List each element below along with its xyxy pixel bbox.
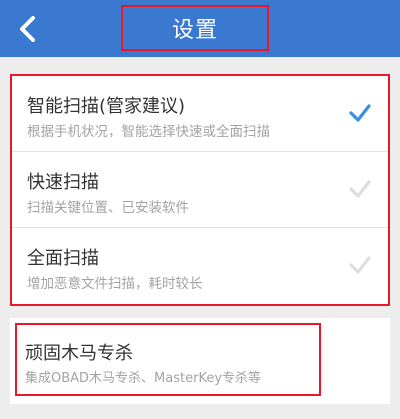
scan-mode-description: 扫描关键位置、已安装软件 bbox=[27, 200, 189, 216]
app-header: 设置 bbox=[0, 0, 400, 57]
page-title: 设置 bbox=[171, 18, 218, 43]
scan-mode-list: 智能扫描(管家建议) 根据手机状况，智能选择快速或全面扫描 快速扫描 扫描关键位… bbox=[10, 74, 390, 306]
scan-mode-title: 全面扫描 bbox=[27, 248, 99, 269]
scan-mode-smart[interactable]: 智能扫描(管家建议) 根据手机状况，智能选择快速或全面扫描 bbox=[12, 76, 388, 150]
scan-mode-full[interactable]: 全面扫描 增加恶意文件扫描，耗时较长 bbox=[12, 228, 388, 302]
scan-mode-description: 根据手机状况，智能选择快速或全面扫描 bbox=[27, 124, 270, 140]
back-button[interactable] bbox=[0, 0, 56, 57]
scan-mode-quick[interactable]: 快速扫描 扫描关键位置、已安装软件 bbox=[12, 152, 388, 226]
trojan-kill-item[interactable]: 顽固木马专杀 集成OBAD木马专杀、MasterKey专杀等 bbox=[15, 323, 321, 396]
trojan-kill-title: 顽固木马专杀 bbox=[25, 343, 133, 364]
chevron-left-icon bbox=[20, 15, 35, 42]
check-selected-icon bbox=[349, 104, 371, 122]
check-unselected-icon bbox=[349, 180, 371, 198]
scan-mode-title: 智能扫描(管家建议) bbox=[27, 96, 186, 117]
scan-mode-title: 快速扫描 bbox=[27, 172, 99, 193]
page-title-highlight: 设置 bbox=[121, 5, 269, 51]
scan-mode-description: 增加恶意文件扫描，耗时较长 bbox=[27, 276, 203, 292]
check-unselected-icon bbox=[349, 256, 371, 274]
trojan-kill-description: 集成OBAD木马专杀、MasterKey专杀等 bbox=[25, 371, 262, 386]
trojan-kill-card: 顽固木马专杀 集成OBAD木马专杀、MasterKey专杀等 bbox=[10, 318, 390, 404]
